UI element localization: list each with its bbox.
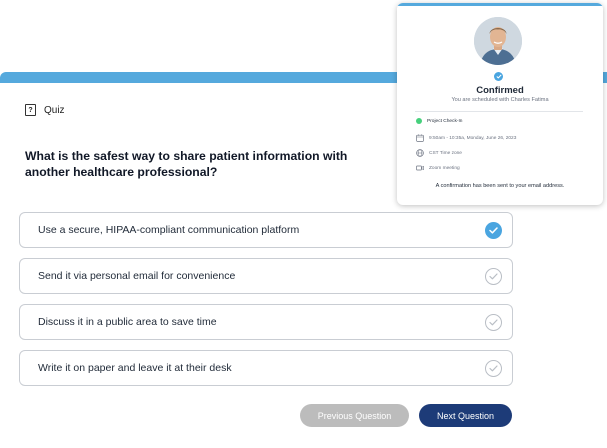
question-text: What is the safest way to share patient …: [25, 149, 348, 179]
unselected-check-icon[interactable]: [485, 313, 502, 331]
confirmation-message: A confirmation has been sent to your ema…: [435, 183, 565, 189]
card-accent-bar: [397, 3, 603, 6]
card-divider: [415, 111, 583, 112]
next-question-button[interactable]: Next Question: [419, 404, 512, 427]
answer-option-label: Discuss it in a public area to save time: [38, 316, 217, 328]
timezone-row: CST Time zone: [416, 149, 462, 157]
answer-option-2[interactable]: Send it via personal email for convenien…: [19, 258, 513, 294]
answer-option-4[interactable]: Write it on paper and leave it at their …: [19, 350, 513, 386]
answer-option-label: Send it via personal email for convenien…: [38, 270, 236, 282]
meeting-row: Zoom meeting: [416, 164, 460, 172]
previous-question-button[interactable]: Previous Question: [300, 404, 409, 427]
event-name: Project Check-In: [427, 118, 463, 124]
answer-option-label: Write it on paper and leave it at their …: [38, 362, 232, 374]
answer-options: Use a secure, HIPAA-compliant communicat…: [19, 212, 513, 396]
video-camera-icon: [416, 165, 424, 171]
confirmation-subtitle: You are scheduled with Charles Fatima: [451, 97, 549, 103]
quiz-header-label: Quiz: [44, 104, 65, 116]
event-meeting-type: Zoom meeting: [429, 165, 460, 171]
quiz-header: ? Quiz: [25, 104, 65, 116]
unselected-check-icon[interactable]: [485, 267, 502, 285]
calendar-icon: [416, 134, 424, 142]
event-datetime: 9:50am - 10:35a, Monday, June 26, 2023: [429, 135, 517, 141]
globe-icon: [416, 149, 424, 157]
answer-option-label: Use a secure, HIPAA-compliant communicat…: [38, 224, 300, 236]
confirmed-check-icon: [494, 72, 503, 81]
datetime-row: 9:50am - 10:35a, Monday, June 26, 2023: [416, 134, 516, 142]
confirmation-card: Confirmed You are scheduled with Charles…: [397, 3, 603, 205]
event-dot-icon: [416, 118, 422, 124]
answer-option-1[interactable]: Use a secure, HIPAA-compliant communicat…: [19, 212, 513, 248]
event-timezone: CST Time zone: [429, 150, 462, 156]
answer-option-3[interactable]: Discuss it in a public area to save time: [19, 304, 513, 340]
quiz-icon: ?: [25, 104, 36, 116]
confirmation-title: Confirmed: [476, 85, 524, 96]
unselected-check-icon[interactable]: [485, 359, 502, 377]
event-row: Project Check-In: [416, 118, 462, 124]
avatar: [474, 17, 522, 65]
selected-check-icon[interactable]: [485, 221, 502, 239]
